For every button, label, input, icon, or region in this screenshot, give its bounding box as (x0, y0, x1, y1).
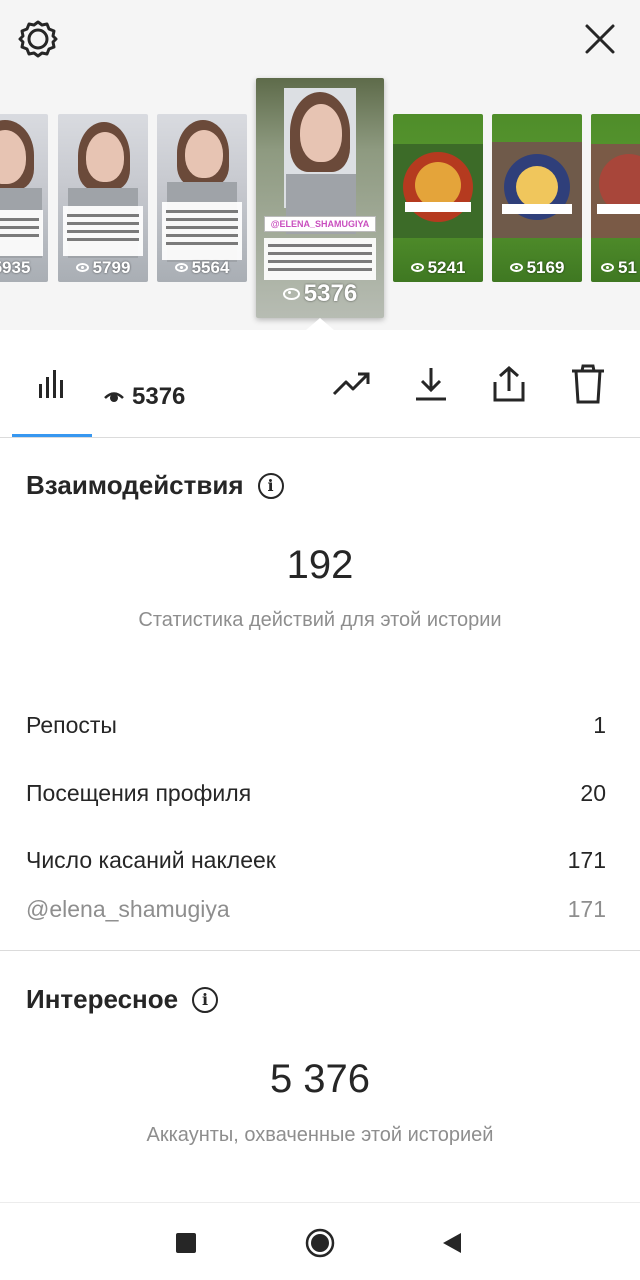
story-image (58, 114, 148, 282)
story-image (393, 114, 483, 282)
eye-icon (174, 263, 188, 272)
stat-label: Число касаний наклеек (26, 847, 276, 873)
bar-chart-icon (39, 370, 63, 398)
stat-label: Посещения профиля (26, 780, 252, 806)
download-icon (416, 368, 446, 401)
stat-value: 171 (567, 896, 606, 922)
eye-icon (104, 392, 124, 402)
story-thumbnail[interactable]: 5935 (0, 114, 48, 282)
trending-icon (332, 372, 370, 396)
tab-insights[interactable] (30, 362, 74, 406)
tab-viewers[interactable]: 5376 (104, 383, 185, 411)
story-insights-screen: 5935 5799 (0, 0, 640, 1280)
stat-value: 1 (593, 712, 606, 738)
story-views-label: 5564 (157, 258, 247, 278)
eye-icon (75, 263, 89, 272)
home-button[interactable] (304, 1227, 336, 1259)
story-image (0, 114, 48, 282)
home-icon (305, 1228, 335, 1258)
trash-icon (572, 364, 604, 404)
eye-icon (601, 263, 614, 272)
story-image (157, 114, 247, 282)
back-icon (443, 1233, 461, 1253)
story-thumbnail[interactable]: 5169 (492, 114, 582, 282)
story-views-label: 5169 (492, 258, 582, 278)
discovery-caption: Аккаунты, охваченные этой историей (146, 1124, 494, 1146)
story-handle-text: @ELENA_SHAMUGIYA (270, 219, 370, 229)
back-button[interactable] (436, 1227, 468, 1259)
settings-button[interactable] (15, 16, 61, 62)
views-count: 5376 (132, 383, 186, 410)
stat-value: 20 (580, 780, 606, 806)
discovery-title-text: Интересное (26, 984, 179, 1014)
share-icon (493, 365, 525, 402)
close-icon (585, 24, 615, 54)
download-button[interactable] (409, 362, 453, 406)
gear-icon (18, 20, 58, 58)
delete-button[interactable] (566, 362, 610, 406)
interactions-title-text: Взаимодействия (26, 470, 244, 500)
recents-button[interactable] (170, 1227, 202, 1259)
insights-toolbar: 5376 (0, 330, 640, 438)
story-views-label: 5376 (256, 280, 384, 308)
story-views-label: 5241 (393, 258, 483, 278)
stat-row-reposts: Репосты 1 (26, 712, 606, 739)
eye-icon (410, 263, 424, 272)
share-button[interactable] (487, 362, 531, 406)
stat-label: Репосты (26, 712, 117, 738)
interactions-total: 192 (286, 543, 354, 587)
android-nav-bar (0, 1202, 640, 1280)
story-thumbnail[interactable]: 51 (591, 114, 640, 282)
stories-carousel[interactable]: 5935 5799 (0, 0, 640, 330)
eye-icon (509, 263, 523, 272)
info-icon[interactable]: i (257, 472, 284, 499)
promote-button[interactable] (330, 362, 374, 406)
stat-value: 171 (567, 847, 606, 873)
active-tab-indicator (12, 434, 92, 437)
discovery-title: Интересное i (26, 984, 219, 1015)
story-views-label: 5935 (0, 258, 31, 277)
story-thumbnail[interactable]: 5564 (157, 114, 247, 282)
stat-row-sticker-taps: Число касаний наклеек 171 (26, 847, 606, 874)
story-views-label: 51 (591, 258, 640, 278)
stories-strip-area: 5935 5799 (0, 0, 640, 330)
section-divider (0, 950, 640, 951)
stat-row-mention-sticker[interactable]: @elena_shamugiya 171 (26, 896, 606, 923)
story-image (591, 114, 640, 282)
story-views-label: 5799 (58, 258, 148, 278)
stat-row-profile-visits: Посещения профиля 20 (26, 780, 606, 807)
interactions-caption: Статистика действий для этой истории (138, 609, 502, 631)
eye-icon (282, 288, 300, 300)
interactions-title: Взаимодействия i (26, 470, 284, 501)
recents-icon (176, 1233, 196, 1253)
selected-story-pointer (306, 318, 334, 330)
info-icon[interactable]: i (192, 986, 219, 1013)
story-thumbnail[interactable]: 5799 (58, 114, 148, 282)
close-button[interactable] (577, 16, 623, 62)
stat-label: @elena_shamugiya (26, 896, 230, 922)
story-thumbnail-selected[interactable]: @ELENA_SHAMUGIYA 5376 (256, 78, 384, 318)
story-thumbnail[interactable]: 5241 (393, 114, 483, 282)
story-image (492, 114, 582, 282)
discovery-total: 5 376 (269, 1057, 371, 1101)
